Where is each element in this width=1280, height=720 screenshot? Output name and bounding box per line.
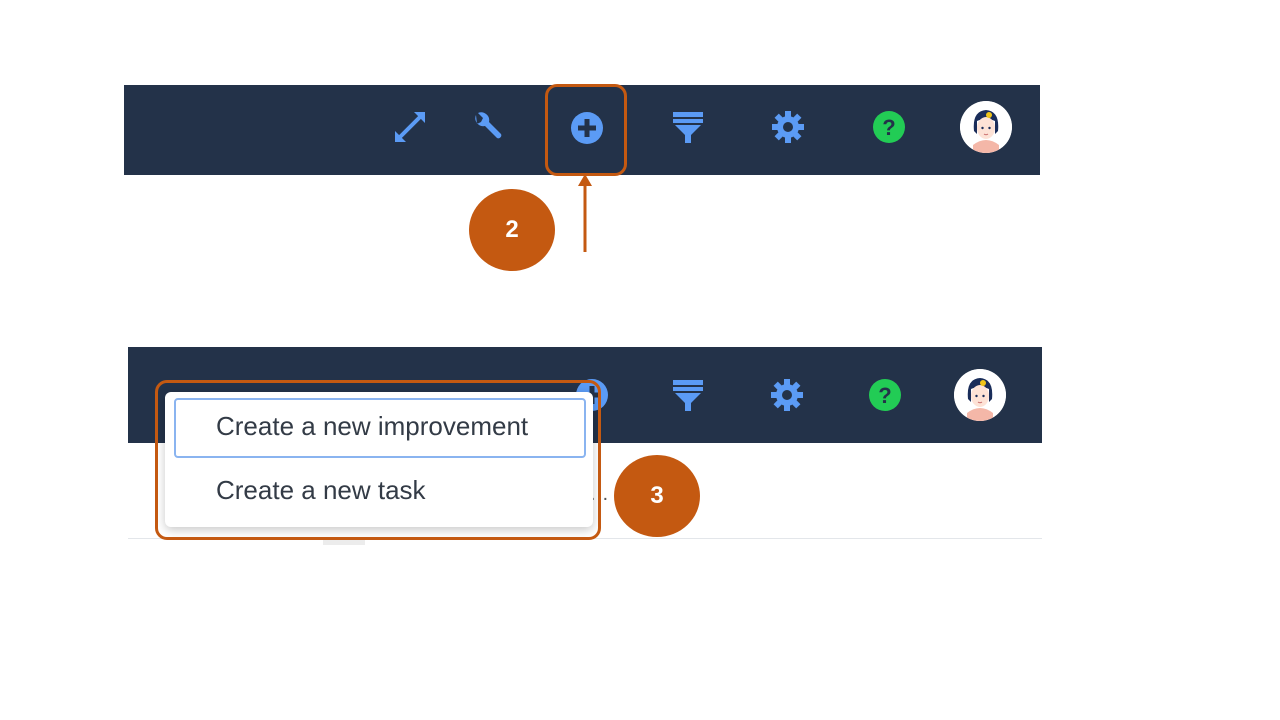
arrow-up-annotation: [578, 174, 592, 252]
highlight-add-button: [545, 84, 627, 176]
question-circle-icon[interactable]: ?: [869, 107, 909, 147]
highlight-dropdown: [155, 380, 601, 540]
step-badge-2: 2: [469, 189, 555, 271]
wrench-icon[interactable]: [466, 107, 506, 147]
svg-text:?: ?: [882, 115, 895, 140]
funnel-icon[interactable]: [668, 375, 708, 415]
gear-icon[interactable]: [768, 107, 808, 147]
expand-arrows-icon[interactable]: [390, 107, 430, 147]
funnel-icon[interactable]: [668, 107, 708, 147]
svg-text:?: ?: [878, 383, 891, 408]
user-avatar[interactable]: [960, 101, 1012, 153]
step-badge-3: 3: [614, 455, 700, 537]
question-circle-icon[interactable]: ?: [865, 375, 905, 415]
user-avatar[interactable]: [954, 369, 1006, 421]
gear-icon[interactable]: [767, 375, 807, 415]
